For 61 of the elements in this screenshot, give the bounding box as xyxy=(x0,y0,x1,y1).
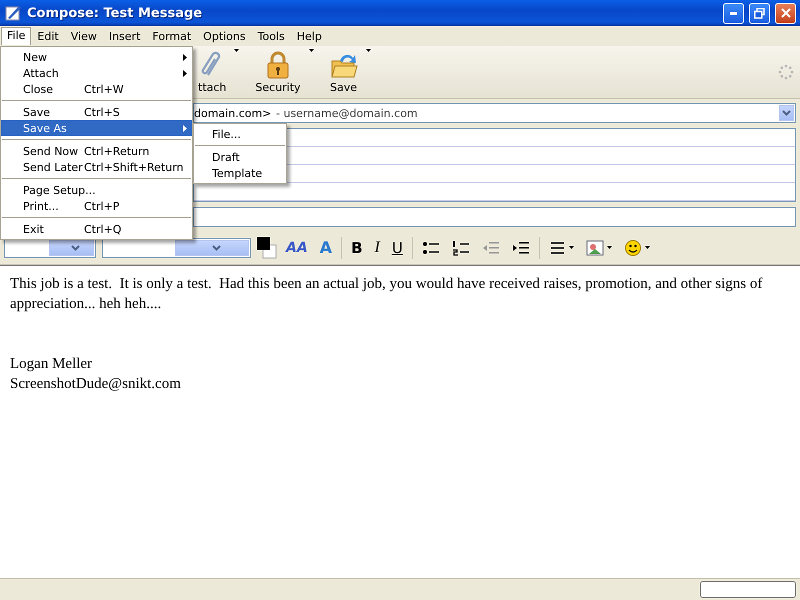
menu-item[interactable]: Print... Ctrl+P xyxy=(1,198,192,214)
smaller-text-button[interactable]: AA xyxy=(283,236,311,258)
submenu-arrow-icon[interactable] xyxy=(183,70,187,76)
menu-item[interactable]: Draft xyxy=(194,149,286,165)
indent-icon xyxy=(512,240,530,256)
restore-icon xyxy=(754,8,765,18)
font-select[interactable] xyxy=(102,238,251,258)
numbered-list-icon xyxy=(452,240,470,256)
menu-item[interactable]: Options xyxy=(197,28,252,44)
menu-item[interactable]: Send Now Ctrl+Return xyxy=(1,143,192,159)
restore-button[interactable] xyxy=(749,2,770,24)
menu-item[interactable]: Template xyxy=(194,165,286,181)
dropdown-caret-icon[interactable] xyxy=(568,246,574,249)
toolbar-button[interactable]: Security xyxy=(249,48,307,96)
toolbar-button[interactable]: ttach xyxy=(192,48,232,96)
dropdown-caret-icon[interactable] xyxy=(606,246,612,249)
submenu-arrow-icon[interactable] xyxy=(183,54,187,60)
dropdown-caret-icon[interactable] xyxy=(308,48,314,52)
menu-item[interactable]: Edit xyxy=(31,28,65,44)
dropdown-caret-icon[interactable] xyxy=(234,48,240,52)
menu-item[interactable]: Exit Ctrl+Q xyxy=(1,221,192,237)
menu-item[interactable]: Help xyxy=(290,28,328,44)
menu-item[interactable]: Send LaterCtrl+Shift+Return xyxy=(1,159,192,175)
app-icon xyxy=(4,4,22,22)
close-icon xyxy=(780,8,790,18)
image-icon xyxy=(586,240,604,256)
signature-line: Logan Meller xyxy=(10,355,94,374)
signature-line: ScreenshotDude@snikt.com xyxy=(10,375,182,394)
minimize-icon xyxy=(730,12,737,14)
window-title: Compose: Test Message xyxy=(27,6,204,20)
outdent-icon xyxy=(482,240,500,256)
menu-item[interactable]: File xyxy=(1,27,32,45)
menu-item[interactable]: New xyxy=(1,49,192,65)
dropdown-caret-icon[interactable] xyxy=(366,48,371,52)
subject-field[interactable] xyxy=(193,207,796,227)
menu-item[interactable]: Save As xyxy=(1,120,192,136)
dropdown-caret-icon[interactable] xyxy=(644,246,650,249)
message-body[interactable]: This job is a test. It is only a test. Had this been an actual job, you would have received raises, promotion, and other signs of appreciation... heh heh.... Logan Meller ScreenshotDude@snikt.com xyxy=(0,265,800,578)
toolbar-button[interactable]: Save xyxy=(324,48,364,96)
bold-button[interactable]: B xyxy=(348,236,366,258)
padlock-icon xyxy=(264,50,291,78)
underline-button[interactable]: U xyxy=(388,236,406,258)
minimize-button[interactable] xyxy=(723,2,744,24)
menu-item[interactable]: Tools xyxy=(252,28,291,44)
from-field[interactable]: domain.com> - username@domain.com xyxy=(193,103,796,123)
body-text: This job is a test. It is only a test. Had this been an actual job, you would have received raises, promotion, and other signs of appreciation... heh heh.... xyxy=(10,275,764,314)
menu-item[interactable]: View xyxy=(64,28,103,44)
menu-item[interactable]: Attach xyxy=(1,65,192,81)
smiley-icon xyxy=(624,240,642,256)
bullet-list-icon xyxy=(422,240,440,256)
menu-item[interactable]: File... xyxy=(194,126,286,142)
italic-button[interactable]: I xyxy=(372,236,383,258)
menu-item[interactable]: Save Ctrl+S xyxy=(1,104,192,120)
larger-text-button[interactable]: A xyxy=(316,236,336,258)
align-icon xyxy=(548,240,566,256)
menu-item[interactable]: Format xyxy=(146,28,198,44)
close-button[interactable] xyxy=(775,2,796,24)
menu-item[interactable]: Close Ctrl+W xyxy=(1,81,192,97)
throbber-icon xyxy=(778,64,794,80)
menu-item[interactable]: Insert xyxy=(102,28,146,44)
menu-item[interactable]: Page Setup... xyxy=(1,182,192,198)
